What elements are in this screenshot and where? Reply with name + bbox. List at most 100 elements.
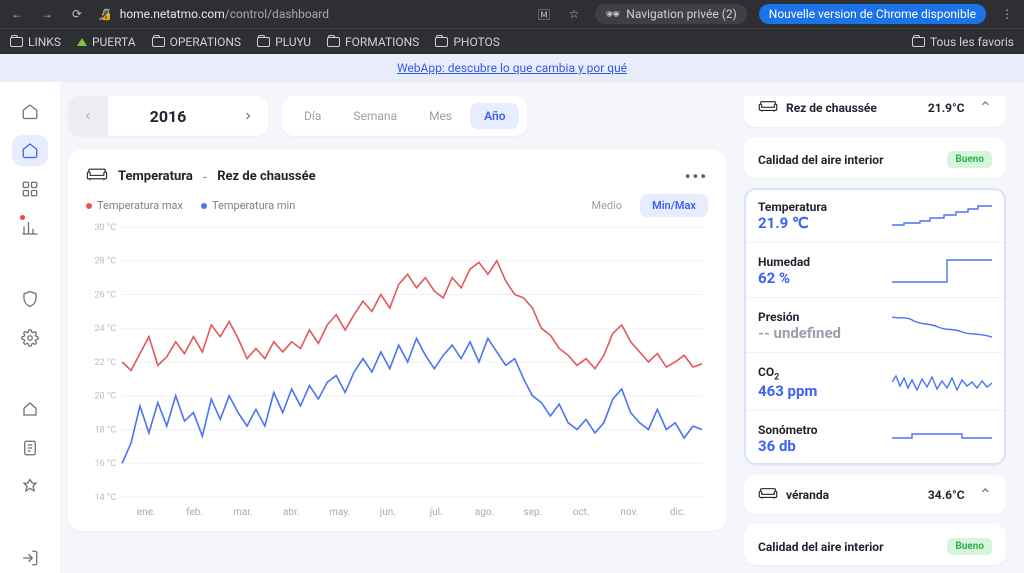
metric-pressure[interactable]: Presión -- undefined (744, 297, 1006, 352)
svg-text:26 °C: 26 °C (94, 291, 116, 301)
sofa-icon (86, 166, 108, 186)
side-nav (0, 82, 60, 573)
legend-max: Temperatura max (86, 199, 183, 212)
translate-icon[interactable]: 🄼 (535, 6, 553, 23)
room1-collapse-icon[interactable]: ⌃ (973, 98, 992, 117)
bookmark-puerta[interactable]: PUERTA (77, 35, 136, 49)
main-area: 2016 Día Semana Mes Año Temperatura - Re… (60, 82, 1024, 573)
air-quality-badge-2: Bueno (947, 538, 992, 555)
metric-pressure-value: -- undefined (758, 324, 884, 342)
metric-humidity-value: 62 % (758, 269, 884, 287)
nav-security[interactable] (12, 284, 48, 315)
metric-pressure-label: Presión (758, 310, 884, 324)
year-label: 2016 (108, 107, 228, 126)
svg-text:sep.: sep. (523, 507, 542, 518)
folder-icon (912, 37, 925, 47)
room2-airquality-card[interactable]: Calidad del aire interior Bueno (744, 524, 1006, 565)
chart-area: 30 °C 28 °C 26 °C 24 °C 22 °C 20 °C 18 °C 16 °C… (86, 221, 708, 521)
room1-airquality-card[interactable]: Calidad del aire interior Bueno (744, 137, 1006, 178)
spark-pressure (892, 311, 992, 341)
tab-week[interactable]: Semana (339, 103, 411, 129)
browser-chrome: ← → ⟳ 🔏 home.netatmo.com/control/dashboa… (0, 0, 1024, 54)
metric-co2[interactable]: CO2 463 ppm (744, 352, 1006, 410)
nav-back-icon[interactable]: ← (8, 7, 26, 21)
room2-collapse-icon[interactable]: ⌃ (973, 485, 992, 504)
metric-humidity[interactable]: Humedad 62 % (744, 242, 1006, 297)
svg-text:ene.: ene. (137, 507, 156, 518)
nav-rooms[interactable] (12, 393, 48, 424)
metric-temperature-value: 21.9 ℃ (758, 214, 884, 232)
tab-day[interactable]: Día (290, 103, 335, 129)
bookmark-pluyu[interactable]: PLUYU (257, 35, 311, 49)
url-box[interactable]: 🔏 home.netatmo.com/control/dashboard (98, 7, 523, 21)
year-navigator: 2016 (68, 96, 268, 136)
legend-min: Temperatura min (201, 199, 295, 212)
nav-forward-icon[interactable]: → (38, 7, 56, 21)
year-next-button[interactable] (228, 96, 268, 136)
nav-reload-icon[interactable]: ⟳ (68, 7, 86, 21)
nav-settings[interactable] (12, 322, 48, 353)
svg-text:22 °C: 22 °C (94, 358, 116, 368)
room1-header-card: Rez de chaussée 21.9°C ⌃ (744, 96, 1006, 127)
spark-temperature (892, 201, 992, 231)
svg-text:24 °C: 24 °C (94, 324, 116, 334)
promo-banner: WebApp: descubre lo que cambia y por qué (0, 54, 1024, 82)
incognito-pill[interactable]: 🕶Navigation privée (2) (595, 4, 747, 24)
svg-text:14 °C: 14 °C (94, 493, 116, 503)
svg-text:ago.: ago. (475, 507, 494, 518)
svg-text:28 °C: 28 °C (94, 257, 116, 267)
bookmark-operations[interactable]: OPERATIONS (152, 35, 241, 49)
tab-month[interactable]: Mes (415, 103, 466, 129)
chrome-menu-icon[interactable]: ⋮ (998, 7, 1016, 21)
folder-icon (327, 37, 340, 47)
chrome-update-pill[interactable]: Nouvelle version de Chrome disponible (759, 4, 986, 24)
year-prev-button[interactable] (68, 96, 108, 136)
nav-home[interactable] (12, 135, 48, 166)
mode-minmax[interactable]: Min/Max (640, 194, 708, 217)
site-info-icon[interactable]: 🔏 (98, 8, 112, 21)
metric-temperature-label: Temperatura (758, 200, 884, 214)
bookmark-star-icon[interactable]: ☆ (565, 7, 583, 21)
room2-name: véranda (786, 488, 920, 502)
svg-text:16 °C: 16 °C (94, 459, 116, 469)
svg-text:18 °C: 18 °C (94, 426, 116, 436)
tab-year[interactable]: Año (470, 103, 519, 129)
folder-icon (435, 37, 448, 47)
nav-docs[interactable] (12, 432, 48, 463)
all-bookmarks[interactable]: Tous les favoris (912, 35, 1014, 49)
chart-svg: 30 °C 28 °C 26 °C 24 °C 22 °C 20 °C 18 °C 16 °C… (86, 221, 708, 521)
bookmark-photos[interactable]: PHOTOS (435, 35, 500, 49)
nav-energy[interactable] (12, 471, 48, 502)
folder-icon (152, 37, 165, 47)
svg-text:20 °C: 20 °C (94, 392, 116, 402)
title-separator: - (203, 167, 207, 186)
metric-temperature[interactable]: Temperatura 21.9 ℃ (744, 188, 1006, 242)
nav-analytics[interactable] (12, 213, 48, 244)
mode-medio[interactable]: Medio (579, 194, 634, 217)
svg-text:feb.: feb. (186, 506, 203, 518)
nav-apps[interactable] (12, 174, 48, 205)
bookmark-links[interactable]: LINKS (10, 35, 61, 49)
metric-co2-value: 463 ppm (758, 382, 884, 400)
nav-home-outline[interactable] (12, 96, 48, 127)
metric-sonometer[interactable]: Sonómetro 36 db (744, 410, 1006, 465)
room2-header-card[interactable]: véranda 34.6°C ⌃ (744, 475, 1006, 514)
air-quality-badge: Bueno (947, 151, 992, 168)
app-root: 2016 Día Semana Mes Año Temperatura - Re… (0, 82, 1024, 573)
svg-text:may.: may. (329, 507, 350, 518)
room2-temp: 34.6°C (928, 488, 965, 502)
room1-temp: 21.9°C (928, 101, 965, 115)
svg-text:30 °C: 30 °C (94, 223, 116, 233)
room1-header[interactable]: Rez de chaussée 21.9°C ⌃ (758, 98, 992, 117)
legend-max-dot (86, 203, 92, 209)
bookmark-formations[interactable]: FORMATIONS (327, 35, 419, 49)
chart-card: Temperatura - Rez de chaussée ••• Temper… (68, 150, 726, 531)
chart-menu-button[interactable]: ••• (685, 167, 708, 186)
air-quality-label: Calidad del aire interior (758, 153, 883, 167)
promo-banner-link[interactable]: WebApp: descubre lo que cambia y por qué (397, 61, 627, 75)
nav-logout[interactable] (12, 542, 48, 573)
spark-sono (892, 424, 992, 454)
chart-card-header: Temperatura - Rez de chaussée ••• (86, 166, 708, 186)
room1-metrics: Temperatura 21.9 ℃ Humedad 62 % Presión (744, 188, 1006, 465)
spark-humidity (892, 256, 992, 286)
